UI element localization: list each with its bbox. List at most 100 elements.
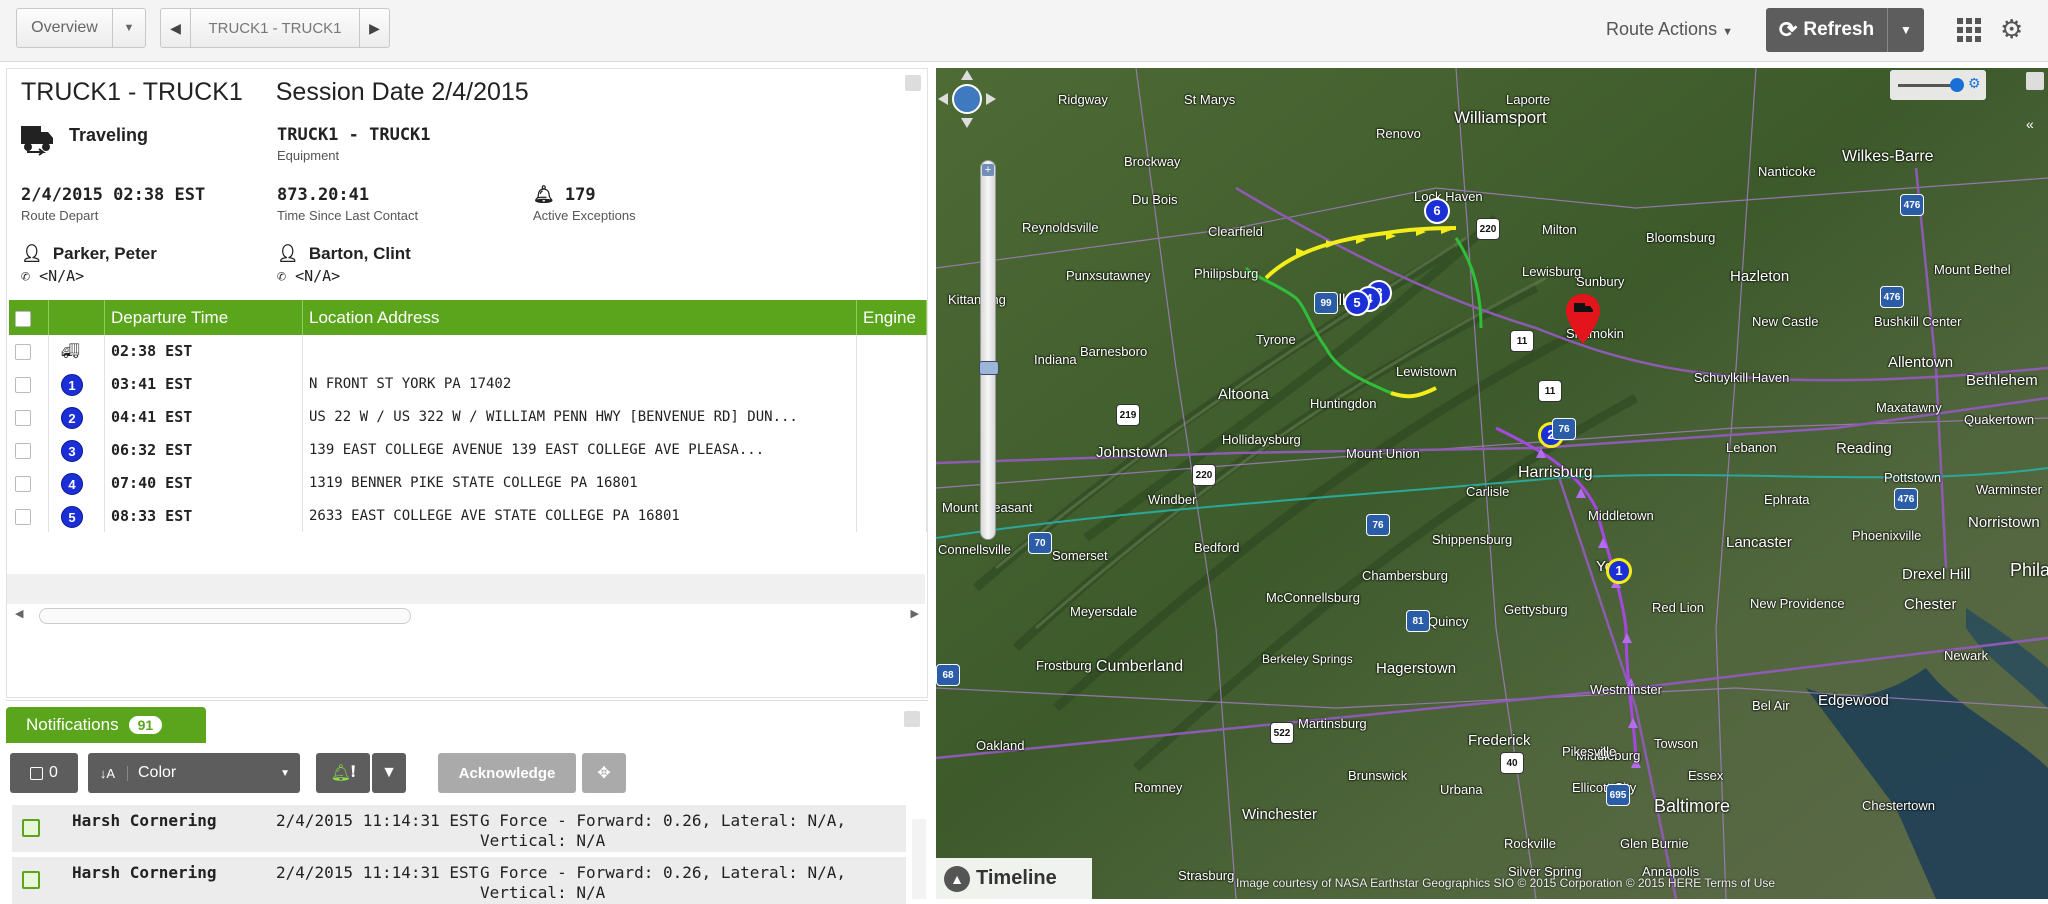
compass-navigation-icon[interactable] — [936, 68, 998, 130]
departure-time-cell: 07:40 EST — [105, 467, 303, 500]
notification-row[interactable]: Harsh Cornering 2/4/2015 11:14:31 EST G … — [12, 804, 906, 852]
highway-shield-icon: 522 — [1270, 722, 1294, 744]
filter-button[interactable]: ▼ — [372, 753, 406, 793]
notifications-tab-label: Notifications — [26, 715, 119, 734]
engine-cell — [857, 467, 927, 500]
vehicle-location-pin-icon[interactable] — [1566, 294, 1600, 344]
horizontal-scrollbar[interactable]: ◀ ▶ — [15, 607, 919, 625]
select-notifications-button[interactable]: 0 — [10, 753, 78, 793]
row-checkbox[interactable] — [15, 475, 31, 492]
chevron-down-icon: ▼ — [280, 767, 290, 779]
gear-icon[interactable]: ⚙ — [1968, 75, 1981, 92]
map-view[interactable]: Ridgway St Marys Laporte Renovo Williams… — [936, 68, 2048, 899]
row-checkbox[interactable] — [15, 508, 31, 525]
route-depart-value: 2/4/2015 02:38 EST — [21, 185, 206, 205]
map-label: New Castle — [1752, 314, 1819, 329]
map-stop-marker-5[interactable]: 5 — [1344, 290, 1370, 316]
map-label: Brunswick — [1348, 768, 1408, 783]
table-row[interactable]: 4 07:40 EST 1319 BENNER PIKE STATE COLLEGE… — [9, 467, 927, 500]
expand-icon[interactable] — [904, 711, 920, 727]
row-select-cell — [9, 368, 49, 401]
timeline-toggle[interactable]: ▲ Timeline — [936, 858, 1092, 899]
map-label: Oakland — [976, 738, 1025, 753]
equipment-label: Equipment — [277, 148, 340, 163]
map-label: Middletown — [1588, 508, 1654, 523]
driver-phone: <N/A> — [295, 267, 341, 285]
select-all-checkbox[interactable] — [15, 310, 31, 327]
map-label: Wilkes-Barre — [1842, 148, 1934, 165]
route-actions-menu[interactable]: Route Actions ▼ — [1606, 19, 1733, 40]
stop-number-badge: 4 — [61, 472, 83, 495]
table-row[interactable]: 5 08:33 EST 2633 EAST COLLEGE AVE STATE CO… — [9, 500, 927, 532]
expand-all-button[interactable]: ✥ — [582, 753, 626, 793]
vertical-scrollbar[interactable] — [912, 819, 926, 899]
map-label: Lewisburg — [1522, 264, 1582, 279]
zoom-slider[interactable]: + — [979, 160, 999, 540]
row-checkbox[interactable] — [22, 871, 40, 889]
highway-shield-icon: 40 — [1500, 752, 1524, 774]
collapse-arrows-icon[interactable]: « — [2026, 116, 2034, 132]
table-row[interactable]: 1 03:41 EST N FRONT ST YORK PA 17402 — [9, 368, 927, 401]
column-engine[interactable]: Engine — [857, 300, 927, 335]
zoom-slider-handle[interactable] — [979, 361, 999, 375]
row-select-cell — [9, 500, 49, 532]
map-label: Punxsutawney — [1066, 268, 1151, 283]
tab-notifications[interactable]: Notifications 91 — [6, 707, 206, 743]
driver-secondary: 👤︎ Barton, Clint ✆ <N/A> — [277, 244, 411, 285]
map-label: Sunbury — [1576, 274, 1625, 289]
refresh-options-button[interactable]: ▼ — [1888, 23, 1924, 37]
map-label: Frederick — [1468, 732, 1531, 749]
scrollbar-thumb[interactable] — [39, 608, 411, 624]
expand-icon[interactable] — [905, 75, 921, 91]
scroll-left-icon[interactable]: ◀ — [15, 607, 23, 620]
map-label: Martinsburg — [1298, 716, 1367, 731]
stop-number-cell: 3 — [49, 434, 105, 467]
map-label: McConnellsburg — [1266, 590, 1360, 605]
row-checkbox[interactable] — [15, 442, 31, 459]
layer-opacity-slider[interactable]: ⚙ — [1890, 70, 1986, 100]
stop-number-cell: 🚚︎ — [49, 335, 105, 368]
scroll-right-icon[interactable]: ▶ — [911, 607, 919, 620]
map-label: Chester — [1904, 596, 1957, 613]
map-label: Chambersburg — [1362, 568, 1448, 583]
alert-filter-button[interactable]: 🔔︎ ❗︎ — [316, 753, 370, 793]
notification-row[interactable]: Harsh Cornering 2/4/2015 11:14:31 EST G … — [12, 856, 906, 904]
table-row[interactable]: 3 06:32 EST 139 EAST COLLEGE AVENUE 139 EA… — [9, 434, 927, 467]
slider-handle[interactable] — [1950, 78, 1964, 92]
row-checkbox[interactable] — [15, 343, 31, 360]
zoom-in-icon[interactable]: + — [982, 164, 994, 176]
table-row[interactable]: 🚚︎ 02:38 EST — [9, 335, 927, 368]
notification-time: 2/4/2015 11:14:31 EST — [276, 811, 479, 830]
row-checkbox[interactable] — [15, 376, 31, 393]
exclamation-icon: ❗︎ — [350, 764, 356, 781]
acknowledge-button[interactable]: Acknowledge — [438, 753, 576, 793]
column-location-address[interactable]: Location Address — [303, 300, 857, 335]
chevron-down-icon[interactable]: ▼ — [113, 22, 145, 34]
apps-grid-icon[interactable] — [1957, 18, 1983, 42]
select-all-cell — [9, 300, 49, 335]
previous-vehicle-button[interactable]: ◀ — [161, 9, 191, 47]
map-label: Warminster — [1976, 482, 2042, 497]
row-checkbox[interactable] — [22, 819, 40, 837]
refresh-button[interactable]: ⟳ Refresh — [1766, 8, 1888, 52]
vehicle-status: Traveling — [69, 125, 148, 146]
phone-icon: ✆ — [277, 267, 287, 285]
map-label: Lewistown — [1396, 364, 1457, 379]
table-row[interactable]: 2 04:41 EST US 22 W / US 322 W / WILLIAM P… — [9, 401, 927, 434]
active-exceptions-info[interactable]: 🔔︎ 179 Active Exceptions — [533, 185, 636, 223]
map-stop-marker-6[interactable]: 6 — [1424, 198, 1450, 224]
map-label: Johnstown — [1096, 444, 1168, 461]
overview-dropdown[interactable]: Overview ▼ — [16, 8, 146, 48]
sort-select[interactable]: ↓A Color ▼ — [88, 753, 300, 793]
map-label: Glen Burnie — [1620, 836, 1689, 851]
gear-icon[interactable]: ⚙ — [2000, 14, 2023, 45]
route-details-panel: TRUCK1 - TRUCK1 Session Date 2/4/2015 Tr… — [6, 68, 928, 698]
next-vehicle-button[interactable]: ▶ — [359, 9, 389, 47]
expand-icon[interactable] — [2026, 72, 2044, 90]
interstate-shield-icon: 70 — [1028, 532, 1052, 554]
row-checkbox[interactable] — [15, 409, 31, 426]
map-label: Reynoldsville — [1022, 220, 1099, 235]
map-stop-marker-1[interactable]: 1 — [1606, 558, 1632, 584]
column-departure-time[interactable]: Departure Time — [105, 300, 303, 335]
map-label: Phila — [2010, 560, 2048, 580]
